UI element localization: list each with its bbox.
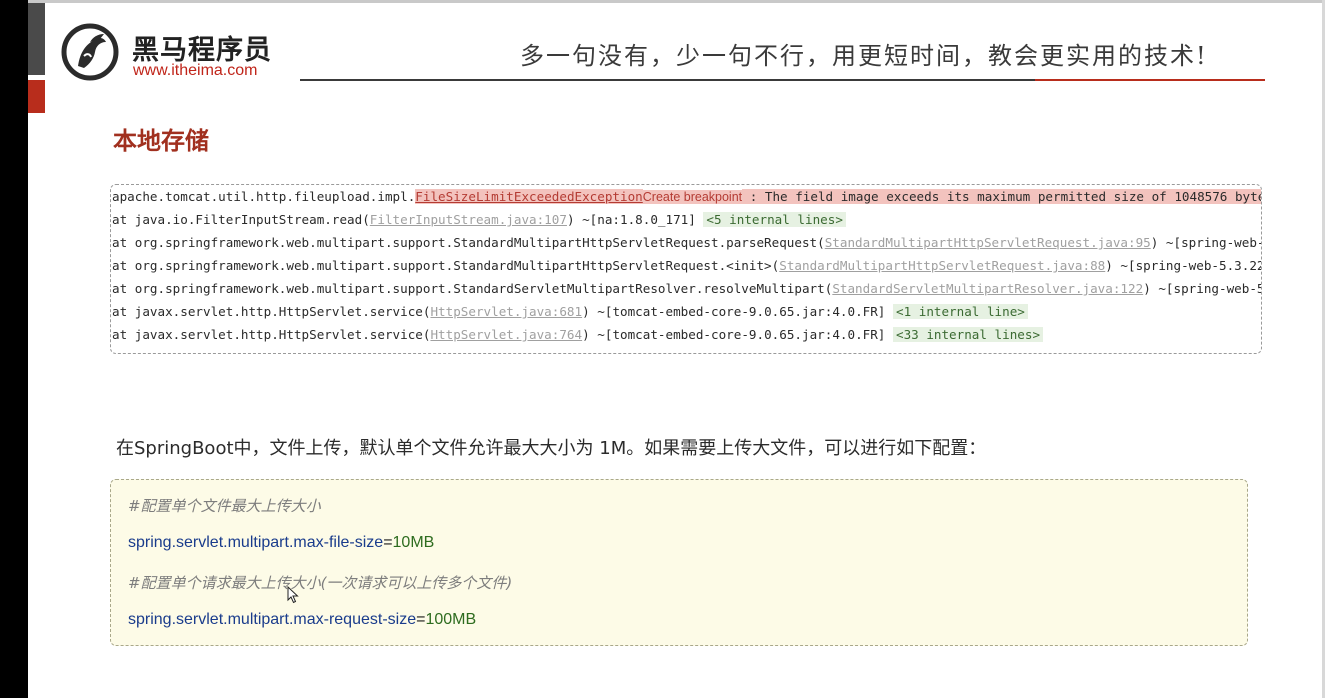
exception-link[interactable]: FileSizeLimitExceededException <box>415 189 643 204</box>
source-link[interactable]: HttpServlet.java:681 <box>430 304 582 319</box>
header-rule <box>300 79 1035 81</box>
log-text: ) ~[spring-web-5.3.22.jar:5.3.22] <box>1150 235 1261 250</box>
log-text: at org.springframework.web.multipart.sup… <box>112 258 780 273</box>
mouse-cursor-icon <box>287 586 299 604</box>
config-comment: #配置单个请求最大上传大小(一次请求可以上传多个文件) <box>128 574 513 592</box>
upload-size-description: 在SpringBoot中，文件上传，默认单个文件允许最大大小为 1M。如果需要上… <box>116 438 987 459</box>
log-line: at javax.servlet.http.HttpServlet.servic… <box>111 324 1044 345</box>
config-key: spring.servlet.multipart.max-request-siz… <box>128 611 417 628</box>
header-slogan: 多一句没有，少一句不行，用更短时间，教会更实用的技术! <box>520 42 1208 70</box>
top-border <box>28 0 1325 3</box>
log-text: at java.io.FilterInputStream.read( <box>112 212 370 227</box>
log-text: at org.springframework.web.multipart.sup… <box>112 235 825 250</box>
log-text: at javax.servlet.http.HttpServlet.servic… <box>112 327 431 342</box>
source-link[interactable]: StandardMultipartHttpServletRequest.java… <box>825 235 1151 250</box>
source-link[interactable]: StandardServletMultipartResolver.java:12… <box>832 281 1143 296</box>
log-text: at org.springframework.web.multipart.sup… <box>112 281 833 296</box>
internal-lines-toggle[interactable]: <1 internal line> <box>892 304 1028 319</box>
left-accent-red <box>28 80 45 113</box>
log-line: at javax.servlet.http.HttpServlet.servic… <box>111 301 1028 322</box>
horse-logo-icon <box>61 23 119 81</box>
left-black-bar <box>0 0 28 698</box>
log-text: at javax.servlet.http.HttpServlet.servic… <box>112 304 431 319</box>
source-link[interactable]: HttpServlet.java:764 <box>430 327 582 342</box>
config-line-max-request-size: spring.servlet.multipart.max-request-siz… <box>128 611 476 629</box>
config-value: 10MB <box>392 534 435 551</box>
log-text: ) ~[spring-web-5.3.22.jar:5.3.22] <box>1143 281 1262 296</box>
log-line: at java.io.FilterInputStream.read(Filter… <box>111 209 846 230</box>
log-line: at org.springframework.web.multipart.sup… <box>111 255 1262 276</box>
log-line: at org.springframework.web.multipart.sup… <box>111 232 1261 253</box>
source-link[interactable]: StandardMultipartHttpServletRequest.java… <box>779 258 1105 273</box>
internal-lines-toggle[interactable]: <33 internal lines> <box>892 327 1044 342</box>
log-text: ) ~[na:1.8.0_171] <box>566 212 704 227</box>
config-key: spring.servlet.multipart.max-file-size <box>128 534 384 551</box>
source-link[interactable]: FilterInputStream.java:107 <box>370 212 567 227</box>
log-text: ) ~[tomcat-embed-core-9.0.65.jar:4.0.FR] <box>582 327 893 342</box>
config-comment: #配置单个文件最大上传大小 <box>128 497 321 515</box>
error-log-box: apache.tomcat.util.http.fileupload.impl.… <box>110 184 1262 354</box>
log-line: apache.tomcat.util.http.fileupload.impl.… <box>111 186 1261 207</box>
logo-url: www.itheima.com <box>133 62 258 79</box>
page-title: 本地存储 <box>113 127 209 155</box>
log-text: ) ~[tomcat-embed-core-9.0.65.jar:4.0.FR] <box>582 304 893 319</box>
log-message: : The field image exceeds its maximum pe… <box>742 189 1261 204</box>
itheima-logo: 黑马程序员 www.itheima.com <box>60 18 300 86</box>
config-code-box: #配置单个文件最大上传大小 spring.servlet.multipart.m… <box>110 479 1248 646</box>
internal-lines-toggle[interactable]: <5 internal lines> <box>703 212 846 227</box>
log-text: apache.tomcat.util.http.fileupload.impl. <box>112 189 416 204</box>
log-text: ) ~[spring-web-5.3.22.jar:5.3.22] <box>1105 258 1262 273</box>
header-rule-accent <box>1035 79 1265 81</box>
log-line: at org.springframework.web.multipart.sup… <box>111 278 1262 299</box>
config-value: 100MB <box>425 611 477 628</box>
config-line-max-file-size: spring.servlet.multipart.max-file-size=1… <box>128 534 434 552</box>
left-accent-gray <box>28 3 45 75</box>
create-breakpoint-link[interactable]: Create breakpoint <box>642 190 743 204</box>
config-equals: = <box>383 534 393 551</box>
